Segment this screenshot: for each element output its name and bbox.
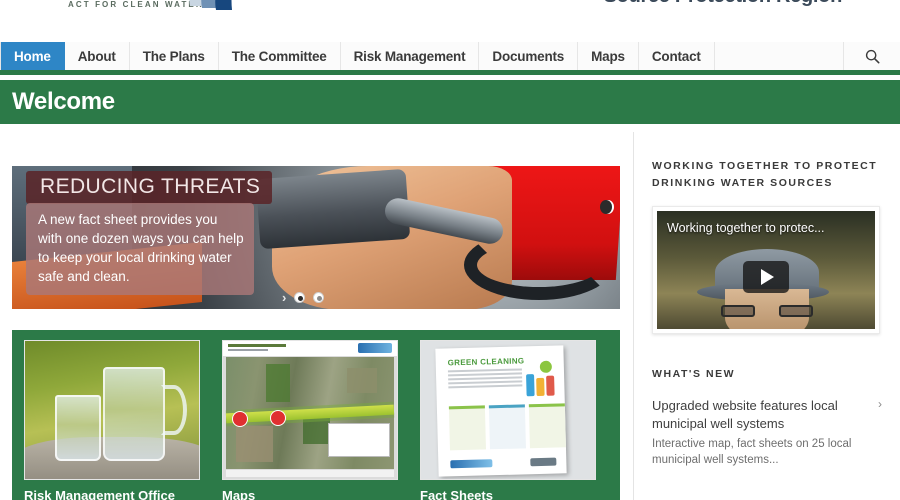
page-banner: Welcome	[0, 80, 900, 124]
main-navigation: Home About The Plans The Committee Risk …	[0, 42, 900, 75]
map-header-logo	[358, 343, 392, 353]
site-title: Source Protection Region	[604, 0, 843, 8]
video-card[interactable]: Working together to protec...	[652, 206, 880, 334]
play-icon[interactable]	[743, 261, 789, 294]
water-swoosh-icon	[189, 0, 232, 10]
nav-item-documents[interactable]: Documents	[479, 42, 579, 70]
chevron-right-icon: ›	[878, 397, 882, 411]
feature-card-risk-management[interactable]: Risk Management Office	[24, 340, 212, 500]
video-title: Working together to protec...	[667, 221, 825, 235]
nav-item-risk-management[interactable]: Risk Management	[341, 42, 480, 70]
factsheet-box-3	[528, 403, 566, 449]
nav-spacer	[715, 42, 844, 70]
feature-card-title: Risk Management Office	[24, 488, 175, 500]
site-header: SOURCE PROTECTION ACT FOR CLEAN WATER So…	[0, 0, 900, 42]
map-field-1	[266, 363, 290, 402]
map-header-bar	[223, 341, 397, 356]
video-subject-glasses	[721, 305, 813, 317]
aerial-map-thumbnail	[222, 340, 398, 480]
site-logo[interactable]: SOURCE PROTECTION ACT FOR CLEAN WATER	[8, 0, 248, 28]
factsheet-footer-mark	[530, 457, 557, 467]
right-sidebar: Working together to protect drinking wat…	[652, 124, 892, 500]
carousel-dot-1[interactable]	[294, 291, 306, 303]
nav-item-the-committee[interactable]: The Committee	[219, 42, 341, 70]
whats-new-heading: What's New	[652, 368, 736, 380]
drinking-glass-shape	[55, 395, 101, 461]
slide-hose	[464, 230, 614, 300]
slide-pump-hole	[600, 200, 612, 214]
sidebar-heading: Working together to protect drinking wat…	[652, 160, 878, 189]
carousel-next-arrow[interactable]: ›	[282, 291, 286, 304]
video-thumbnail: Working together to protec...	[657, 211, 875, 329]
feature-card-row: Risk Management Office Maps GREEN CLEANI…	[12, 340, 620, 500]
news-item-summary: Interactive map, fact sheets on 25 local…	[652, 438, 852, 466]
nav-item-home[interactable]: Home	[0, 42, 65, 70]
search-icon	[865, 49, 879, 63]
map-pin-1	[232, 410, 248, 427]
carousel-slide-body: A new fact sheet provides you with one d…	[26, 203, 254, 295]
jug-shape	[103, 367, 165, 461]
map-header-subtitle-bar	[228, 349, 268, 351]
carousel-controls: ›	[282, 289, 352, 305]
factsheet-footer-logo	[450, 459, 493, 469]
map-footer-bar	[226, 470, 394, 477]
main-content: REDUCING THREATS A new fact sheet provid…	[0, 124, 900, 500]
feature-card-maps[interactable]: Maps	[222, 340, 410, 500]
jug-handle	[161, 385, 187, 435]
nav-item-maps[interactable]: Maps	[578, 42, 639, 70]
map-header-title-bar	[228, 344, 286, 347]
factsheet-title: GREEN CLEANING	[447, 356, 525, 368]
page-title: Welcome	[12, 88, 115, 115]
factsheet-box-2	[488, 404, 526, 450]
nav-item-contact[interactable]: Contact	[639, 42, 715, 70]
carousel-dot-2[interactable]	[313, 291, 325, 303]
news-item-title[interactable]: Upgraded website features local municipa…	[652, 397, 888, 433]
cleaning-supplies-icon	[526, 360, 555, 397]
factsheet-paragraph-lines	[447, 368, 522, 373]
feature-card-fact-sheets[interactable]: GREEN CLEANING Fact Sheets	[420, 340, 608, 500]
map-pin-2	[270, 409, 286, 426]
carousel-slide-title: REDUCING THREATS	[26, 171, 273, 204]
hero-carousel[interactable]: REDUCING THREATS A new fact sheet provid…	[12, 166, 620, 309]
water-jug-photo	[24, 340, 200, 480]
feature-card-title: Maps	[222, 488, 256, 500]
map-field-3	[346, 368, 378, 393]
list-item[interactable]: Upgraded website features local municipa…	[652, 397, 888, 468]
nav-item-the-plans[interactable]: The Plans	[130, 42, 219, 70]
green-cleaning-factsheet: GREEN CLEANING	[420, 340, 596, 480]
factsheet-page: GREEN CLEANING	[435, 345, 567, 477]
factsheet-box-1	[448, 405, 487, 451]
feature-card-title: Fact Sheets	[420, 488, 493, 500]
feature-cards-panel: Risk Management Office Maps GREEN CLEANI…	[12, 330, 620, 500]
page-root: SOURCE PROTECTION ACT FOR CLEAN WATER So…	[0, 0, 900, 500]
search-button[interactable]	[844, 42, 900, 70]
map-field-4	[236, 426, 274, 463]
map-legend-box	[328, 423, 390, 457]
map-satellite-area	[225, 357, 395, 469]
nav-item-about[interactable]: About	[65, 42, 130, 70]
content-sidebar-divider	[633, 132, 634, 500]
